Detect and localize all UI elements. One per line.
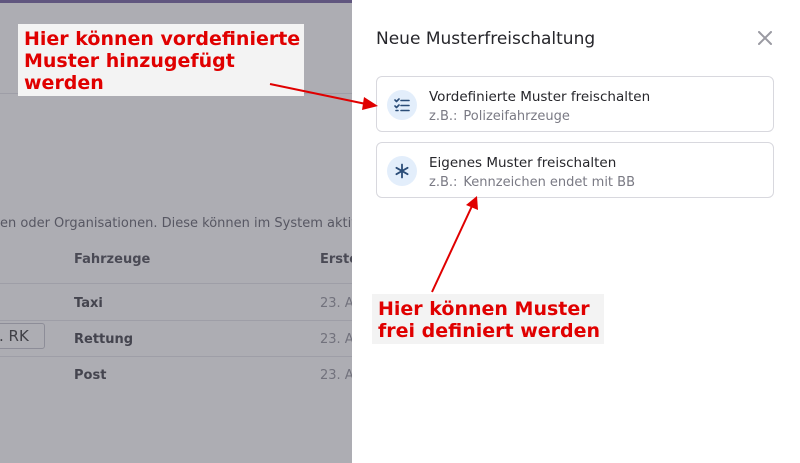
arrow-to-predefined [269, 83, 367, 105]
arrow-to-custom [431, 205, 473, 293]
arrowhead [362, 97, 378, 110]
annotation-arrows [269, 83, 478, 293]
